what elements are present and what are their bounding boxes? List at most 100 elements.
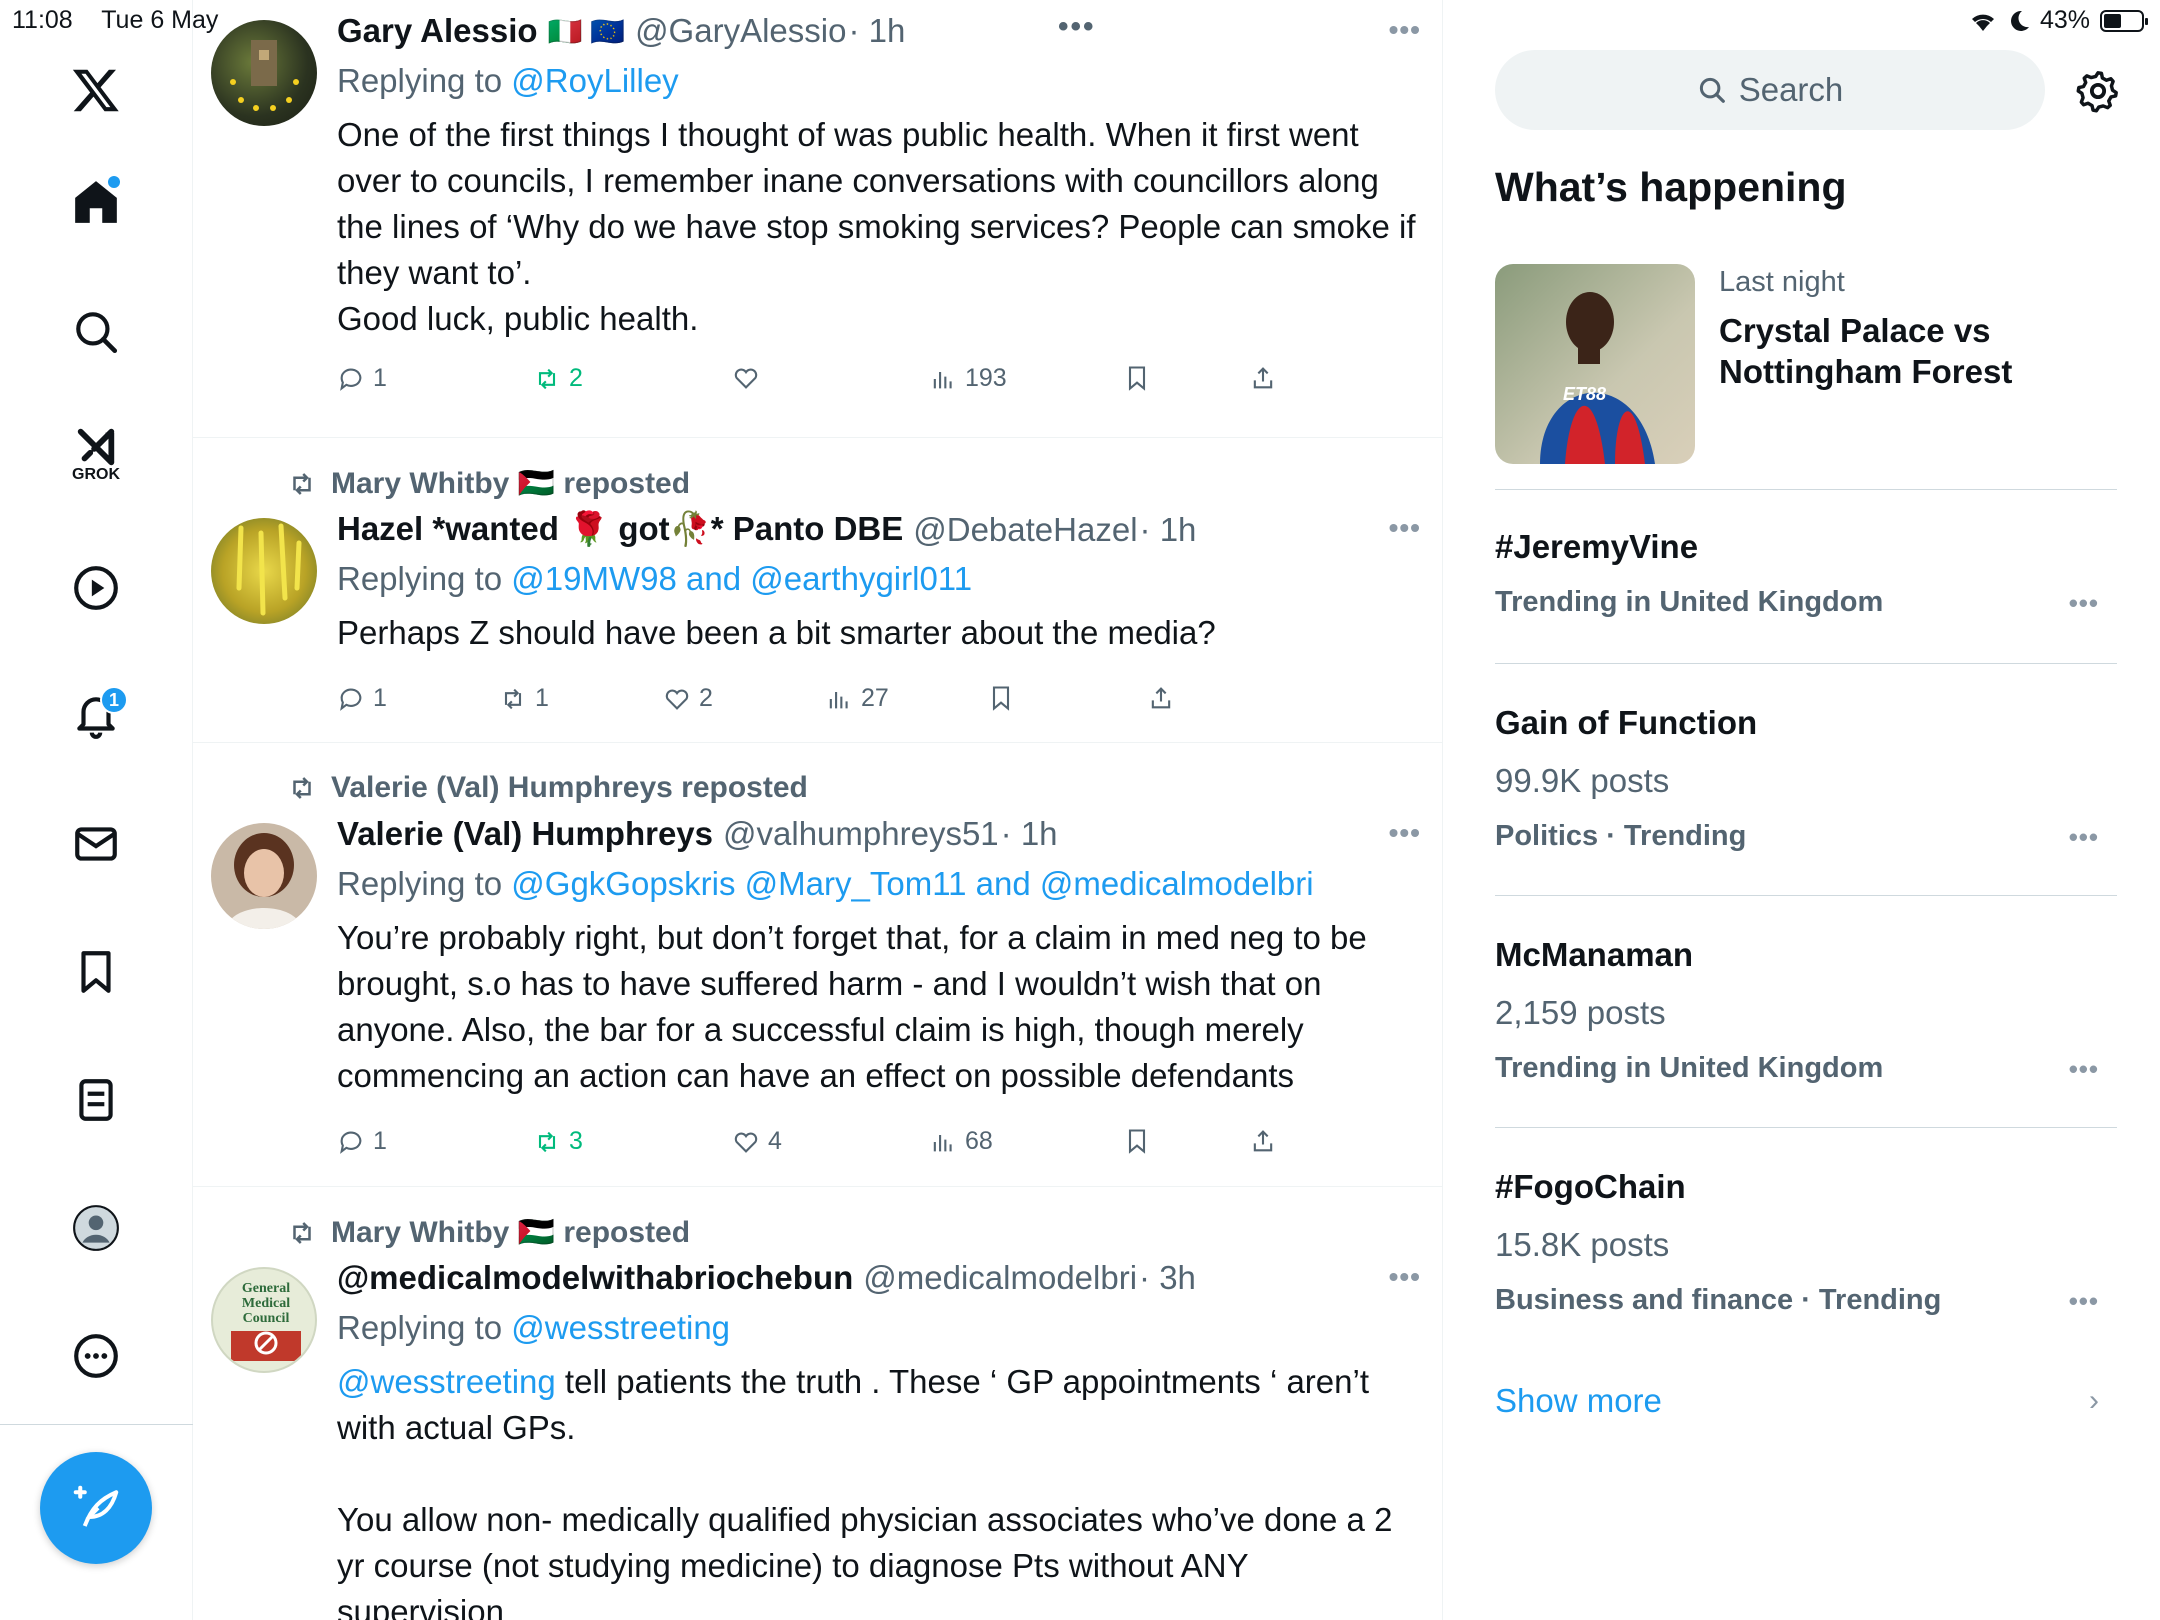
reply-button[interactable]: 1 bbox=[337, 684, 387, 713]
search-input[interactable]: Search bbox=[1495, 50, 2045, 130]
nav-lists[interactable] bbox=[60, 1064, 132, 1136]
views-button[interactable]: 68 bbox=[929, 1127, 993, 1156]
trend-meta: Trending in United Kingdom bbox=[1495, 586, 1884, 618]
tweet[interactable]: Gary Alessio 🇮🇹 🇪🇺 @GaryAlessio · 1h •••… bbox=[193, 0, 1442, 438]
replying-to-link[interactable]: @19MW98 and @earthygirl011 bbox=[511, 560, 972, 597]
avatar[interactable]: General Medical Council bbox=[211, 1267, 317, 1373]
like-button[interactable] bbox=[732, 364, 768, 392]
trend-item[interactable]: #FogoChain 15.8K posts Business and fina… bbox=[1495, 1128, 2117, 1348]
avatar[interactable] bbox=[211, 518, 317, 624]
bookmark-button[interactable] bbox=[1123, 364, 1151, 392]
view-count: 27 bbox=[861, 684, 889, 712]
repost-label: Mary Whitby 🇵🇸 reposted bbox=[331, 467, 691, 500]
x-logo-icon[interactable] bbox=[60, 54, 132, 126]
profile-avatar-icon bbox=[73, 1205, 119, 1251]
show-more-link[interactable]: Show more bbox=[1495, 1382, 1662, 1420]
avatar[interactable] bbox=[211, 823, 317, 929]
tweet-paragraph bbox=[337, 1451, 1417, 1497]
share-button[interactable] bbox=[1147, 684, 1175, 712]
like-count: 4 bbox=[768, 1127, 782, 1155]
share-button[interactable] bbox=[1249, 364, 1277, 392]
tweet-more-icon[interactable]: ••• bbox=[1389, 1261, 1421, 1293]
view-count: 193 bbox=[965, 364, 1007, 392]
post-time[interactable]: · 3h bbox=[1139, 1259, 1196, 1297]
trend-title: McManaman bbox=[1495, 936, 1694, 973]
nav-profile[interactable] bbox=[60, 1192, 132, 1264]
list-icon bbox=[79, 1079, 113, 1121]
replying-to-link[interactable]: @wesstreeting bbox=[511, 1309, 730, 1346]
nav-notifications[interactable]: 1 bbox=[60, 680, 132, 752]
tweet[interactable]: Valerie (Val) Humphreys reposted Valerie… bbox=[193, 743, 1442, 1187]
trend-more-icon[interactable]: ••• bbox=[2069, 822, 2099, 853]
replying-to-link[interactable]: @RoyLilley bbox=[511, 62, 678, 99]
tweet-more-icon[interactable]: ••• bbox=[1389, 512, 1421, 544]
avatar-text: General Medical Council bbox=[241, 1281, 291, 1326]
tweet[interactable]: Mary Whitby 🇵🇸 reposted General Medical … bbox=[193, 1187, 1442, 1620]
nav-grok[interactable]: GROK bbox=[60, 418, 132, 490]
repost-context[interactable]: Valerie (Val) Humphreys reposted bbox=[285, 771, 808, 805]
trend-more-icon[interactable]: ••• bbox=[2069, 588, 2099, 619]
views-icon bbox=[829, 691, 848, 708]
repost-button[interactable]: 2 bbox=[533, 364, 583, 393]
reply-button[interactable]: 1 bbox=[337, 1127, 387, 1156]
repost-context[interactable]: Mary Whitby 🇵🇸 reposted bbox=[285, 1215, 690, 1250]
trend-item[interactable]: #JeremyVine Trending in United Kingdom •… bbox=[1495, 490, 2117, 664]
replying-prefix: Replying to bbox=[337, 62, 503, 99]
nav-video[interactable] bbox=[60, 552, 132, 624]
compose-post-button[interactable] bbox=[40, 1452, 152, 1564]
nav-home[interactable] bbox=[60, 166, 132, 238]
views-button[interactable]: 193 bbox=[929, 364, 1007, 393]
author-name[interactable]: Valerie (Val) Humphreys bbox=[337, 815, 713, 853]
chevron-right-icon[interactable]: › bbox=[2089, 1384, 2099, 1418]
author-handle[interactable]: @GaryAlessio bbox=[635, 12, 846, 50]
author-name[interactable]: Hazel *wanted 🌹 got🥀* Panto DBE bbox=[337, 510, 903, 549]
author-name[interactable]: Gary Alessio bbox=[337, 12, 538, 50]
bookmark-button[interactable] bbox=[987, 684, 1015, 712]
trend-posts: 99.9K posts bbox=[1495, 762, 1670, 799]
share-icon bbox=[1253, 1130, 1273, 1152]
nav-explore[interactable] bbox=[60, 296, 132, 368]
avatar[interactable] bbox=[211, 20, 317, 126]
like-button[interactable]: 4 bbox=[732, 1127, 782, 1156]
nav-messages[interactable] bbox=[60, 808, 132, 880]
settings-gear-button[interactable] bbox=[2075, 68, 2121, 119]
trend-more-icon[interactable]: ••• bbox=[2069, 1286, 2099, 1317]
mention-link[interactable]: @wesstreeting bbox=[337, 1363, 556, 1400]
tweet-paragraph: Good luck, public health. bbox=[337, 300, 699, 337]
grok-label: GROK bbox=[72, 466, 120, 483]
repost-count: 3 bbox=[569, 1127, 583, 1155]
author-name[interactable]: @medicalmodelwithabriochebun bbox=[337, 1259, 853, 1297]
trend-item[interactable]: McManaman 2,159 posts Trending in United… bbox=[1495, 896, 2117, 1128]
tweet-more-icon[interactable]: ••• bbox=[1389, 14, 1421, 46]
tweet-header: Valerie (Val) Humphreys @valhumphreys51 … bbox=[337, 815, 1058, 853]
nav-more[interactable] bbox=[60, 1320, 132, 1392]
repost-context[interactable]: Mary Whitby 🇵🇸 reposted bbox=[285, 466, 690, 501]
author-handle[interactable]: @valhumphreys51 bbox=[723, 815, 999, 853]
author-handle[interactable]: @DebateHazel bbox=[913, 511, 1137, 549]
repost-button[interactable]: 3 bbox=[533, 1127, 583, 1156]
reply-count: 1 bbox=[373, 364, 387, 392]
tweet[interactable]: Mary Whitby 🇵🇸 reposted Hazel *wanted 🌹 … bbox=[193, 438, 1442, 743]
trend-thumbnail: ET88 bbox=[1495, 264, 1695, 464]
reply-count: 1 bbox=[373, 1127, 387, 1155]
nav-bookmarks[interactable] bbox=[60, 936, 132, 1008]
author-handle[interactable]: @medicalmodelbri bbox=[863, 1259, 1137, 1297]
share-button[interactable] bbox=[1249, 1127, 1277, 1155]
tweet-more-icon[interactable]: ••• bbox=[1389, 817, 1421, 849]
trend-more-icon[interactable]: ••• bbox=[2069, 1054, 2099, 1085]
trend-item[interactable]: Gain of Function 99.9K posts Politics · … bbox=[1495, 664, 2117, 896]
post-time[interactable]: · 1h bbox=[1140, 511, 1197, 549]
trend-title: #FogoChain bbox=[1495, 1168, 1686, 1205]
post-time[interactable]: · 1h bbox=[848, 12, 905, 50]
replying-to-link[interactable]: @GgkGopskris @Mary_Tom11 and @medicalmod… bbox=[511, 865, 1313, 902]
post-time[interactable]: · 1h bbox=[1001, 815, 1058, 853]
like-button[interactable]: 2 bbox=[663, 684, 713, 713]
bookmark-icon bbox=[1128, 1129, 1146, 1154]
replying-to: Replying to @RoyLilley bbox=[337, 62, 679, 100]
repost-button[interactable]: 1 bbox=[499, 684, 549, 713]
reply-button[interactable]: 1 bbox=[337, 364, 387, 393]
heart-icon bbox=[734, 1132, 758, 1153]
views-button[interactable]: 27 bbox=[825, 684, 889, 713]
bookmark-button[interactable] bbox=[1123, 1127, 1151, 1155]
featured-trend[interactable]: ET88 Last night Crystal Palace vs Nottin… bbox=[1495, 264, 2117, 490]
